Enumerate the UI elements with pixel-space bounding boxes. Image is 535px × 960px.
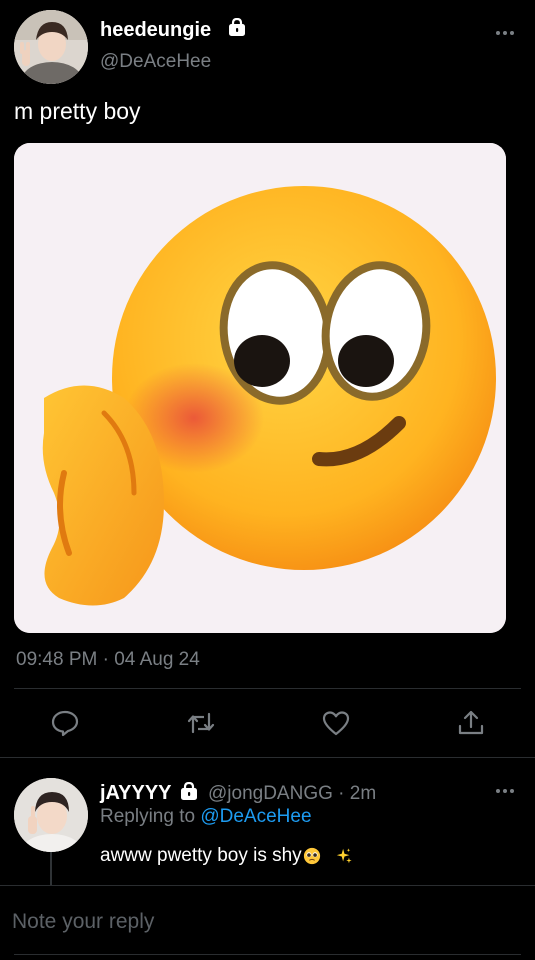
replier-display-name[interactable]: jAYYYY	[100, 783, 172, 803]
reply-compose-input[interactable]	[12, 906, 512, 938]
tweet-detail-page: heedeungie @DeAceHee m pretty boy 09:48 …	[0, 0, 535, 960]
replying-to-prefix: Replying to	[100, 806, 201, 827]
divider	[14, 688, 521, 689]
replying-to-line: Replying to @DeAceHee	[100, 807, 312, 826]
reply-text: awww pwetty boy is shy	[100, 845, 302, 866]
lock-icon	[181, 782, 197, 800]
more-options-icon[interactable]	[495, 788, 515, 794]
divider	[0, 757, 535, 758]
replier-avatar[interactable]	[14, 778, 88, 852]
tweet-timestamp: 09:48 PM · 04 Aug 24	[16, 649, 200, 670]
thread-connector-line	[50, 852, 52, 886]
heart-icon[interactable]	[321, 708, 351, 738]
retweet-icon[interactable]	[186, 708, 216, 738]
sparkles-emoji	[336, 848, 352, 864]
divider	[14, 954, 521, 955]
author-handle[interactable]: @DeAceHee	[100, 52, 211, 71]
replying-to-mention[interactable]: @DeAceHee	[200, 806, 311, 827]
reply-text-line: awww pwetty boy is shy	[100, 846, 353, 865]
replier-handle-time[interactable]: @jongDANGG · 2m	[208, 784, 376, 803]
share-icon[interactable]	[456, 708, 486, 738]
more-options-icon[interactable]	[495, 30, 515, 36]
divider	[0, 885, 535, 886]
tweet-media-image[interactable]	[14, 143, 506, 633]
author-avatar[interactable]	[14, 10, 88, 84]
tweet-text: m pretty boy	[14, 98, 141, 124]
reply-icon[interactable]	[50, 708, 80, 738]
lock-icon	[229, 18, 245, 36]
author-display-name[interactable]: heedeungie	[100, 20, 211, 40]
pleading-face-emoji	[303, 847, 320, 865]
